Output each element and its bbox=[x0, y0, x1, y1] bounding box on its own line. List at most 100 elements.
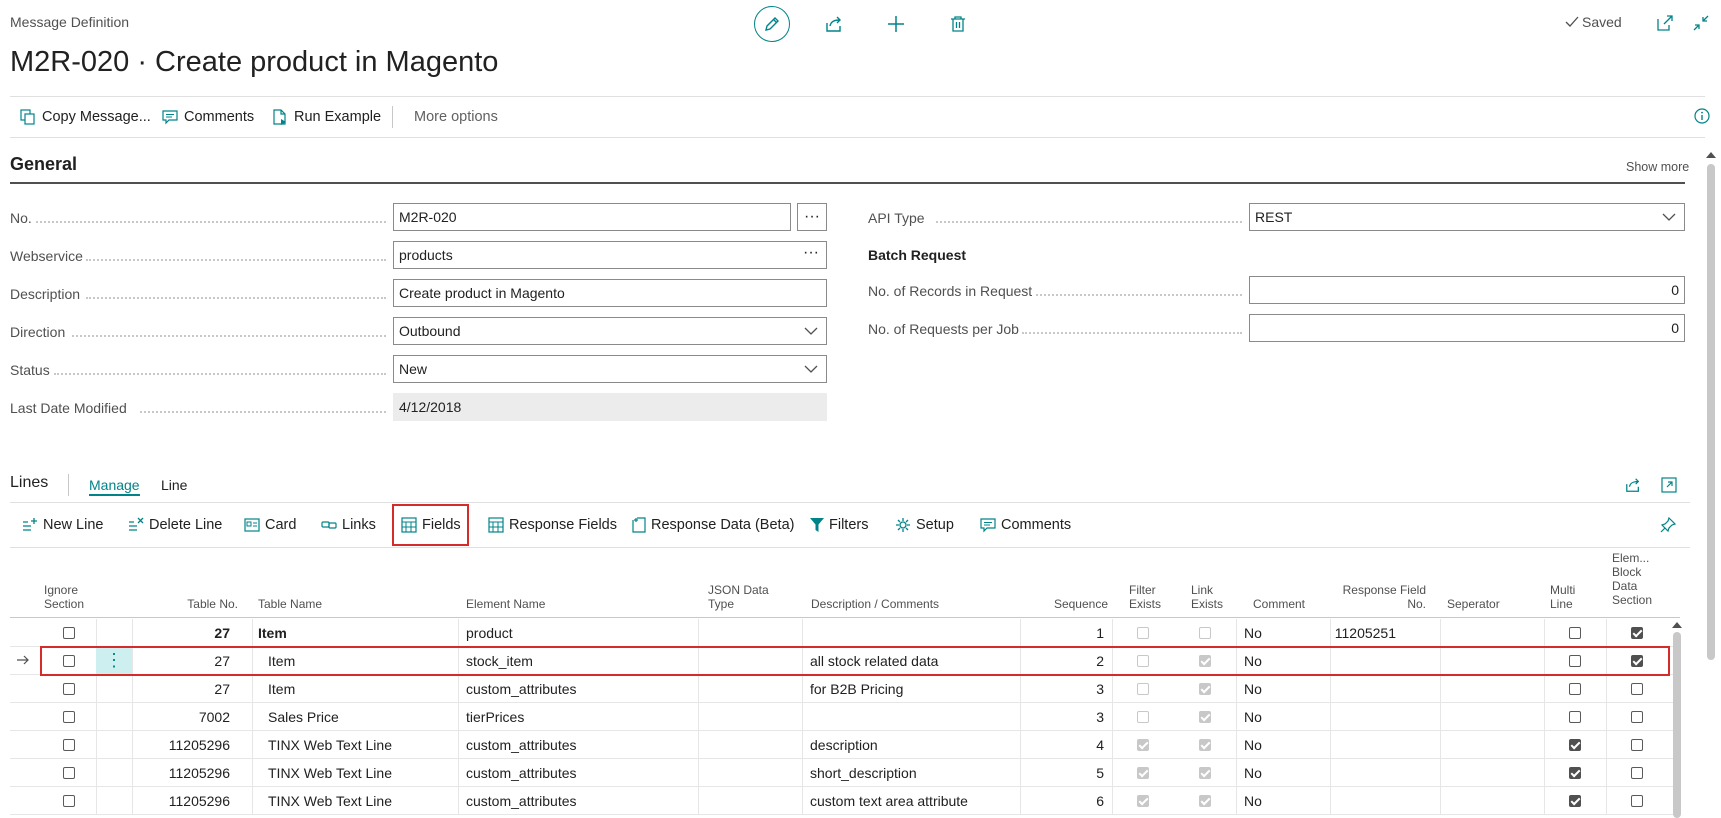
tab-manage[interactable]: Manage bbox=[89, 477, 140, 496]
col-table-name[interactable]: Table Name bbox=[258, 597, 322, 611]
row-menu-cell[interactable] bbox=[96, 787, 132, 814]
links-action[interactable]: Links bbox=[321, 503, 376, 547]
comment-cell[interactable]: No bbox=[1236, 787, 1338, 814]
webservice-input[interactable]: products ··· bbox=[393, 241, 827, 269]
col-eb-line3: Data bbox=[1612, 579, 1638, 593]
ignore-section-checkbox[interactable] bbox=[63, 794, 75, 807]
col-ignore-section[interactable]: Ignore Section bbox=[44, 583, 84, 611]
col-multi-line[interactable]: Multi Line bbox=[1550, 583, 1575, 611]
table-row[interactable]: 27 Item custom_attributes for B2B Pricing 3 N… bbox=[10, 675, 1680, 703]
table-scrollbar[interactable] bbox=[1673, 632, 1681, 818]
col-element-name[interactable]: Element Name bbox=[466, 597, 545, 611]
multi-line-checkbox[interactable] bbox=[1569, 738, 1581, 751]
new-line-action[interactable]: New Line bbox=[22, 503, 103, 547]
card-action[interactable]: Card bbox=[244, 503, 296, 547]
comment-cell[interactable]: No bbox=[1236, 731, 1338, 758]
element-block-checkbox[interactable] bbox=[1631, 682, 1643, 695]
comments-action[interactable]: Comments bbox=[162, 97, 254, 137]
response-fields-action[interactable]: Response Fields bbox=[488, 503, 617, 547]
lines-expand-button[interactable] bbox=[1658, 474, 1680, 496]
table-row[interactable]: 11205296 TINX Web Text Line custom_attribu… bbox=[10, 759, 1680, 787]
delete-button[interactable] bbox=[946, 12, 970, 36]
table-row[interactable]: 11205296 TINX Web Text Line custom_attribu… bbox=[10, 731, 1680, 759]
no-input[interactable]: M2R-020 bbox=[393, 203, 791, 231]
setup-action[interactable]: Setup bbox=[895, 503, 954, 547]
multi-line-checkbox[interactable] bbox=[1569, 682, 1581, 695]
delete-line-action[interactable]: Delete Line bbox=[128, 503, 222, 547]
ignore-section-checkbox[interactable] bbox=[63, 682, 75, 695]
show-more-link[interactable]: Show more bbox=[1626, 160, 1689, 174]
filter-exists-cell bbox=[1112, 787, 1174, 814]
seperator-cell bbox=[1440, 787, 1544, 814]
comment-cell[interactable]: No bbox=[1236, 675, 1338, 702]
col-element-block[interactable]: Elem... Block Data Section bbox=[1612, 551, 1652, 607]
records-in-request-input[interactable]: 0 bbox=[1249, 276, 1685, 304]
page-scrollbar[interactable] bbox=[1707, 164, 1715, 660]
col-response-field-no[interactable]: Response Field No. bbox=[1330, 583, 1426, 611]
info-button[interactable] bbox=[1692, 106, 1712, 126]
response-data-action[interactable]: Response Data (Beta) bbox=[632, 503, 794, 547]
col-json-data-type[interactable]: JSON Data Type bbox=[708, 583, 769, 611]
lines-share-button[interactable] bbox=[1622, 474, 1644, 496]
copy-message-action[interactable]: Copy Message... bbox=[20, 97, 151, 137]
page-scroll-up[interactable] bbox=[1706, 152, 1716, 158]
element-block-checkbox[interactable] bbox=[1631, 626, 1643, 639]
new-button[interactable] bbox=[884, 12, 908, 36]
element-block-checkbox[interactable] bbox=[1631, 710, 1643, 723]
col-comment[interactable]: Comment bbox=[1253, 597, 1305, 611]
row-menu-cell[interactable] bbox=[96, 759, 132, 786]
element-block-checkbox[interactable] bbox=[1631, 794, 1643, 807]
element-block-checkbox[interactable] bbox=[1631, 738, 1643, 751]
tab-line[interactable]: Line bbox=[161, 477, 187, 493]
multi-line-checkbox[interactable] bbox=[1569, 626, 1581, 639]
collapse-button[interactable] bbox=[1690, 12, 1712, 34]
table-row[interactable]: 11205296 TINX Web Text Line custom_attribu… bbox=[10, 787, 1680, 815]
share-button[interactable] bbox=[822, 12, 846, 36]
multi-line-checkbox[interactable] bbox=[1569, 710, 1581, 723]
edit-button[interactable] bbox=[754, 6, 790, 42]
description-input[interactable]: Create product in Magento bbox=[393, 279, 827, 307]
open-new-window-button[interactable] bbox=[1654, 12, 1676, 34]
lines-comments-action[interactable]: Comments bbox=[980, 503, 1071, 547]
seperator-cell bbox=[1440, 619, 1544, 646]
table-no-cell: 7002 bbox=[198, 708, 230, 725]
run-example-action[interactable]: Run Example bbox=[272, 97, 381, 137]
comment-icon bbox=[980, 518, 996, 533]
api-type-select[interactable]: REST bbox=[1249, 203, 1685, 231]
filters-action[interactable]: Filters bbox=[810, 503, 868, 547]
col-link-exists[interactable]: Link Exists bbox=[1191, 583, 1223, 611]
row-menu-cell[interactable] bbox=[96, 619, 132, 646]
comment-cell[interactable]: No bbox=[1236, 703, 1338, 730]
element-block-checkbox[interactable] bbox=[1631, 766, 1643, 779]
table-row[interactable]: 7002 Sales Price tierPrices 3 No bbox=[10, 703, 1680, 731]
ignore-section-checkbox[interactable] bbox=[63, 710, 75, 723]
pin-button[interactable] bbox=[1658, 515, 1678, 535]
delete-line-label: Delete Line bbox=[149, 517, 223, 533]
status-select[interactable]: New bbox=[393, 355, 827, 383]
col-filter-line2: Exists bbox=[1129, 597, 1162, 611]
row-menu-cell[interactable] bbox=[96, 731, 132, 758]
col-sequence[interactable]: Sequence bbox=[1040, 597, 1108, 611]
table-scroll-up[interactable] bbox=[1672, 622, 1682, 628]
col-table-no[interactable]: Table No. bbox=[160, 597, 238, 611]
response-field-no-cell bbox=[1330, 731, 1440, 758]
table-no-cell: 27 bbox=[214, 680, 230, 697]
ignore-section-checkbox[interactable] bbox=[63, 626, 75, 639]
element-name-cell: product bbox=[466, 624, 513, 641]
comment-cell[interactable]: No bbox=[1236, 759, 1338, 786]
col-description[interactable]: Description / Comments bbox=[811, 597, 939, 611]
ignore-section-checkbox[interactable] bbox=[63, 738, 75, 751]
direction-select[interactable]: Outbound bbox=[393, 317, 827, 345]
comment-cell[interactable]: No bbox=[1236, 619, 1338, 646]
table-row[interactable]: 27 Item product 1 No 11205251 bbox=[10, 619, 1680, 647]
col-seperator[interactable]: Seperator bbox=[1447, 597, 1500, 611]
requests-per-job-input[interactable]: 0 bbox=[1249, 314, 1685, 342]
multi-line-checkbox[interactable] bbox=[1569, 766, 1581, 779]
row-menu-cell[interactable] bbox=[96, 703, 132, 730]
col-filter-exists[interactable]: Filter Exists bbox=[1129, 583, 1161, 611]
row-menu-cell[interactable] bbox=[96, 675, 132, 702]
no-assist-button[interactable]: ··· bbox=[797, 203, 827, 231]
ignore-section-checkbox[interactable] bbox=[63, 766, 75, 779]
multi-line-checkbox[interactable] bbox=[1569, 794, 1581, 807]
more-options-action[interactable]: More options bbox=[414, 97, 498, 137]
